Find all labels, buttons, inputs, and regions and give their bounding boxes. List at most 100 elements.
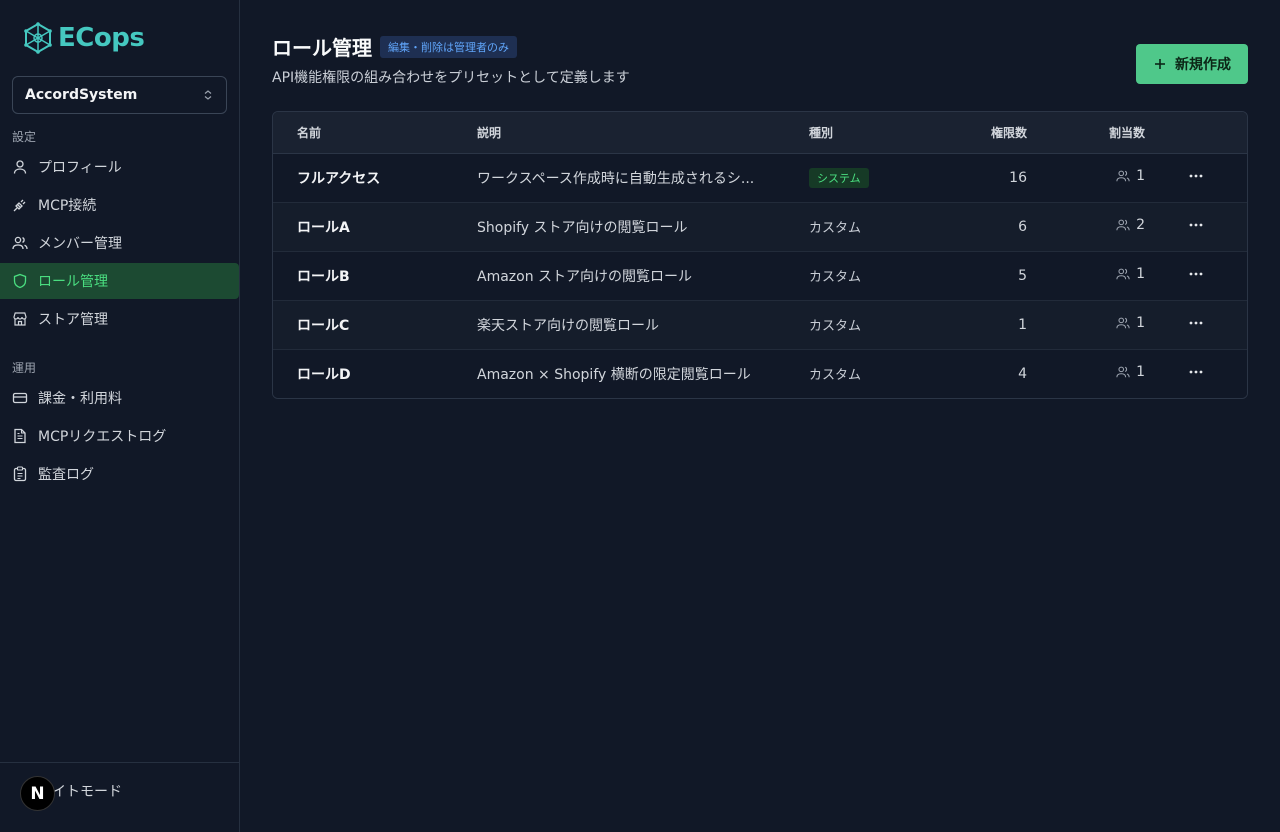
role-desc: Amazon ストア向けの閲覧ロール (477, 251, 809, 301)
role-name: ロールB (273, 251, 477, 301)
row-actions (1145, 300, 1247, 350)
sidebar-item-mcp-log[interactable]: MCPリクエストログ (0, 418, 239, 454)
role-name: ロールA (273, 202, 477, 252)
avatar[interactable]: N (20, 776, 55, 811)
column-header-assigned: 割当数 (1027, 112, 1145, 154)
row-actions (1145, 251, 1247, 301)
assigned-count: 1 (1116, 315, 1145, 331)
column-header-perms: 権限数 (925, 112, 1027, 154)
row-actions (1145, 202, 1247, 252)
more-horizontal-icon[interactable] (1188, 364, 1204, 380)
role-desc: 楽天ストア向けの閲覧ロール (477, 300, 809, 350)
row-actions (1145, 153, 1247, 203)
page-title: ロール管理 (272, 36, 372, 60)
role-perms: 5 (925, 251, 1027, 301)
logo-hexagon-icon (24, 22, 52, 54)
logo[interactable]: ECops (0, 0, 239, 76)
header-text: ロール管理 編集・削除は管理者のみ API機能権限の組み合わせをプリセットとして… (272, 32, 630, 87)
role-assigned: 2 (1027, 202, 1145, 252)
role-desc-text: Amazon ストア向けの閲覧ロール (477, 268, 693, 285)
page-header: ロール管理 編集・削除は管理者のみ API機能権限の組み合わせをプリセットとして… (272, 32, 1248, 87)
sidebar-item-mcp[interactable]: MCP接続 (0, 187, 239, 223)
users-icon (12, 236, 28, 250)
sidebar-item-label: ロール管理 (38, 274, 108, 290)
roles-table-grid: 名前 説明 種別 権限数 割当数 フルアクセス ワークスペース作成時に自動生成さ… (273, 112, 1247, 398)
table-row[interactable]: ロールD Amazon × Shopify 横断の限定閲覧ロール カスタム 4 … (273, 349, 1247, 398)
table-row[interactable]: ロールB Amazon ストア向けの閲覧ロール カスタム 5 1 (273, 251, 1247, 301)
assigned-count: 1 (1116, 266, 1145, 282)
role-assigned: 1 (1027, 349, 1145, 398)
table-header: 名前 説明 種別 権限数 割当数 (273, 112, 1247, 154)
file-text-icon (14, 428, 26, 444)
more-horizontal-icon[interactable] (1188, 266, 1204, 282)
sidebar-item-label: MCPリクエストログ (38, 429, 167, 445)
users-icon (1116, 268, 1130, 280)
section-label-ops: 運用 (12, 361, 37, 375)
row-actions (1145, 349, 1247, 398)
assigned-count: 1 (1116, 168, 1145, 184)
role-desc: ワークスペース作成時に自動生成されるシ... (477, 153, 809, 203)
role-kind: カスタム (809, 251, 925, 301)
system-badge: システム (809, 167, 869, 188)
more-horizontal-icon[interactable] (1188, 168, 1204, 184)
role-assigned: 1 (1027, 251, 1145, 301)
assigned-value: 1 (1136, 266, 1145, 282)
sidebar-item-members[interactable]: メンバー管理 (0, 225, 239, 261)
shield-icon (13, 273, 27, 289)
app-root: ECops AccordSystem 設定 プロフィール MCP接続 メンバー管… (0, 0, 1280, 832)
workspace-selector[interactable]: AccordSystem (12, 76, 227, 114)
sidebar-item-roles[interactable]: ロール管理 (0, 263, 239, 299)
sidebar-item-stores[interactable]: ストア管理 (0, 301, 239, 337)
role-desc: Shopify ストア向けの閲覧ロール (477, 202, 809, 252)
sidebar: ECops AccordSystem 設定 プロフィール MCP接続 メンバー管… (0, 0, 240, 832)
logo-text: ECops (58, 23, 145, 53)
users-icon (1116, 366, 1130, 378)
users-icon (1116, 317, 1130, 329)
table-row[interactable]: ロールC 楽天ストア向けの閲覧ロール カスタム 1 1 (273, 300, 1247, 350)
section-label-settings: 設定 (12, 130, 37, 144)
role-perms: 4 (1018, 365, 1027, 382)
more-horizontal-icon[interactable] (1188, 217, 1204, 233)
table-row[interactable]: ロールA Shopify ストア向けの閲覧ロール カスタム 6 2 (273, 202, 1247, 252)
user-icon (13, 160, 27, 174)
role-name: ロールD (297, 366, 351, 383)
workspace-name: AccordSystem (25, 87, 138, 103)
role-name: ロールC (273, 300, 477, 350)
chevron-up-down-icon (204, 90, 212, 100)
role-desc-text: Amazon × Shopify 横断の限定閲覧ロール (477, 366, 751, 383)
sidebar-item-label: メンバー管理 (38, 236, 122, 252)
table-row[interactable]: フルアクセス ワークスペース作成時に自動生成されるシ... システム 16 1 (273, 153, 1247, 203)
main-content: ロール管理 編集・削除は管理者のみ API機能権限の組み合わせをプリセットとして… (240, 0, 1280, 832)
more-horizontal-icon[interactable] (1188, 315, 1204, 331)
sidebar-item-label: プロフィール (38, 160, 122, 176)
role-assigned: 1 (1027, 153, 1145, 203)
sidebar-item-label: ストア管理 (38, 312, 108, 328)
settings-nav: プロフィール MCP接続 メンバー管理 ロール管理 ストア管理 (0, 149, 239, 337)
role-perms: 6 (925, 202, 1027, 252)
assigned-count: 2 (1116, 217, 1145, 233)
sidebar-item-profile[interactable]: プロフィール (0, 149, 239, 185)
role-desc: Amazon × Shopify 横断の限定閲覧ロール (477, 349, 809, 398)
page-subtitle: API機能権限の組み合わせをプリセットとして定義します (272, 70, 630, 86)
table-body: フルアクセス ワークスペース作成時に自動生成されるシ... システム 16 1 (273, 153, 1247, 398)
roles-table: 名前 説明 種別 権限数 割当数 フルアクセス ワークスペース作成時に自動生成さ… (272, 111, 1248, 399)
sidebar-item-label: 課金・利用料 (38, 391, 122, 407)
sidebar-item-label: MCP接続 (38, 198, 97, 214)
role-desc-text: Shopify ストア向けの閲覧ロール (477, 219, 688, 236)
new-role-button[interactable]: 新規作成 (1136, 44, 1248, 84)
admin-only-badge: 編集・削除は管理者のみ (380, 35, 517, 58)
clipboard-icon (13, 466, 27, 482)
users-icon (1116, 219, 1130, 231)
role-perms: 1 (925, 300, 1027, 350)
column-header-actions (1145, 112, 1247, 154)
column-header-name: 名前 (273, 112, 477, 154)
sidebar-item-billing[interactable]: 課金・利用料 (0, 380, 239, 416)
users-icon (1116, 170, 1130, 182)
column-header-kind: 種別 (809, 112, 925, 154)
assigned-value: 2 (1136, 217, 1145, 233)
role-assigned: 1 (1027, 300, 1145, 350)
assigned-count: 1 (1116, 364, 1145, 380)
role-kind: システム (809, 153, 925, 203)
sidebar-item-audit-log[interactable]: 監査ログ (0, 456, 239, 492)
role-kind: カスタム (809, 368, 862, 384)
